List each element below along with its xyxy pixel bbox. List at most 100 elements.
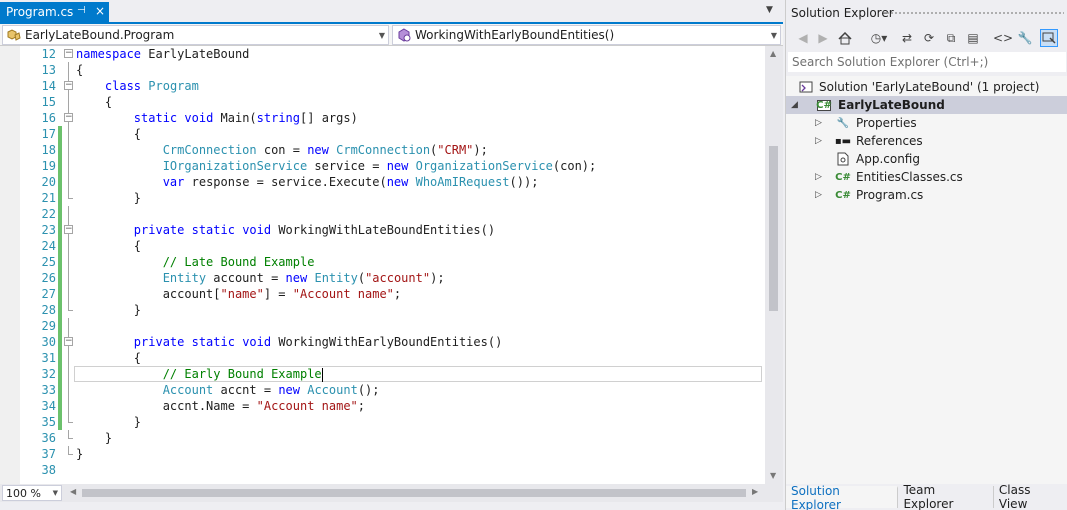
scroll-down-icon[interactable]: ▼: [770, 471, 776, 480]
code-line[interactable]: 22: [0, 206, 765, 222]
tab-solution-explorer[interactable]: Solution Explorer: [786, 484, 899, 510]
code-line[interactable]: 13 {: [0, 62, 765, 78]
code-line[interactable]: 23− private static void WorkingWithLateB…: [0, 222, 765, 238]
code-line[interactable]: 20 var response = service.Execute(new Wh…: [0, 174, 765, 190]
solution-explorer-toolbar: ◀ ▶ ◷▾ ⇄ ⟳ ⧉ ▤ <> 🔧: [786, 26, 1067, 50]
preview-selected-icon[interactable]: [1040, 29, 1058, 47]
tree-item-program-cs[interactable]: ▷ C# Program.cs: [786, 186, 1067, 204]
config-file-icon: [835, 151, 851, 167]
close-icon[interactable]: ×: [95, 4, 105, 18]
collapsed-arrow-icon[interactable]: ▷: [815, 136, 825, 146]
code-line[interactable]: 34 accnt.Name = "Account name";: [0, 398, 765, 414]
panel-title: Solution Explorer: [791, 6, 894, 20]
collapse-region-icon[interactable]: −: [64, 49, 73, 58]
code-line[interactable]: 14− class Program: [0, 78, 765, 94]
change-indicator: [58, 318, 62, 334]
solution-explorer-search-input[interactable]: Search Solution Explorer (Ctrl+;): [788, 52, 1066, 72]
code-line[interactable]: 26 Entity account = new Entity("account"…: [0, 270, 765, 286]
wrench-icon: 🔧: [836, 117, 850, 129]
code-line[interactable]: 17 {: [0, 126, 765, 142]
code-line[interactable]: 21 }: [0, 190, 765, 206]
code-editor-pane: Program.cs ⊣ × ▼ EarlyLateBound.Program …: [0, 0, 783, 510]
collapse-region-icon[interactable]: −: [64, 337, 73, 346]
tree-item-entities-classes[interactable]: ▷ C# EntitiesClasses.cs: [786, 168, 1067, 186]
scroll-right-icon[interactable]: ▶: [752, 487, 758, 496]
code-line[interactable]: 18 CrmConnection con = new CrmConnection…: [0, 142, 765, 158]
code-line[interactable]: 25 // Late Bound Example: [0, 254, 765, 270]
outline-line: [68, 254, 69, 270]
code-text: {: [76, 63, 84, 77]
code-line[interactable]: 31 {: [0, 350, 765, 366]
code-line[interactable]: 16− static void Main(string[] args): [0, 110, 765, 126]
class-dropdown-value: EarlyLateBound.Program: [25, 28, 175, 42]
code-line[interactable]: 12− namespace EarlyLateBound: [0, 46, 765, 62]
tab-class-view[interactable]: Class View: [994, 483, 1067, 510]
code-line[interactable]: 28 }: [0, 302, 765, 318]
vertical-scrollbar[interactable]: ▲ ▼: [765, 46, 783, 484]
collapse-all-icon[interactable]: ⧉: [942, 29, 960, 47]
change-indicator: [58, 270, 62, 286]
solution-explorer-title-bar[interactable]: Solution Explorer: [786, 0, 1067, 26]
code-line[interactable]: 37}: [0, 446, 765, 462]
class-dropdown[interactable]: EarlyLateBound.Program ▼: [2, 25, 389, 45]
outline-end: [68, 190, 73, 199]
history-icon[interactable]: ◷▾: [866, 29, 892, 47]
expanded-arrow-icon[interactable]: ◢: [791, 100, 801, 110]
horizontal-scrollbar[interactable]: ◀ ▶: [66, 484, 765, 502]
change-indicator: [58, 174, 62, 190]
code-line[interactable]: 32 // Early Bound Example: [0, 366, 765, 382]
collapse-region-icon[interactable]: −: [64, 225, 73, 234]
tab-program-cs[interactable]: Program.cs ⊣ ×: [0, 2, 109, 22]
collapse-region-icon[interactable]: −: [64, 81, 73, 90]
refresh-icon[interactable]: ⟳: [920, 29, 938, 47]
vertical-scroll-thumb[interactable]: [769, 146, 778, 311]
scroll-up-icon[interactable]: ▲: [770, 49, 776, 58]
code-line[interactable]: 19 IOrganizationService service = new Or…: [0, 158, 765, 174]
code-line[interactable]: 24 {: [0, 238, 765, 254]
collapsed-arrow-icon[interactable]: ▷: [815, 118, 825, 128]
tree-item-project[interactable]: ◢ C# EarlyLateBound: [786, 96, 1067, 114]
back-icon[interactable]: ◀: [794, 29, 812, 47]
drag-grip[interactable]: [886, 11, 1064, 16]
forward-icon[interactable]: ▶: [814, 29, 832, 47]
view-code-icon[interactable]: <>: [993, 29, 1013, 47]
properties-icon[interactable]: 🔧: [1016, 29, 1034, 47]
horizontal-scroll-thumb[interactable]: [82, 489, 746, 497]
tree-item-app-config[interactable]: App.config: [786, 150, 1067, 168]
zoom-dropdown[interactable]: 100 % ▼: [2, 485, 62, 501]
code-line[interactable]: 27 account["name"] = "Account name";: [0, 286, 765, 302]
code-line[interactable]: 30− private static void WorkingWithEarly…: [0, 334, 765, 350]
code-line[interactable]: 33 Account accnt = new Account();: [0, 382, 765, 398]
change-indicator: [58, 206, 62, 222]
code-text: private static void WorkingWithEarlyBoun…: [133, 335, 503, 349]
line-number: 21: [41, 191, 56, 205]
collapsed-arrow-icon[interactable]: ▷: [815, 190, 825, 200]
code-line[interactable]: 15 {: [0, 94, 765, 110]
outline-line: [68, 270, 69, 286]
change-indicator: [58, 142, 62, 158]
line-number: 37: [41, 447, 56, 461]
home-icon[interactable]: [836, 29, 854, 47]
collapse-region-icon[interactable]: −: [64, 113, 73, 122]
tab-overflow-icon[interactable]: ▼: [766, 5, 773, 15]
chevron-down-icon: ▼: [770, 31, 777, 40]
tree-item-references[interactable]: ▷ ▪▬ References: [786, 132, 1067, 150]
tree-item-solution[interactable]: Solution 'EarlyLateBound' (1 project): [786, 78, 1067, 96]
code-line[interactable]: 29: [0, 318, 765, 334]
tree-item-properties[interactable]: ▷ 🔧 Properties: [786, 114, 1067, 132]
line-number: 16: [41, 111, 56, 125]
code-line[interactable]: 36 }: [0, 430, 765, 446]
code-text: }: [76, 431, 113, 445]
sync-icon[interactable]: ⇄: [898, 29, 916, 47]
code-line[interactable]: 35 }: [0, 414, 765, 430]
show-all-files-icon[interactable]: ▤: [964, 29, 982, 47]
pin-icon[interactable]: ⊣: [77, 5, 86, 16]
tab-team-explorer[interactable]: Team Explorer: [898, 483, 994, 510]
outline-line: [68, 398, 69, 414]
line-number: 17: [41, 127, 56, 141]
code-text-area[interactable]: 12− namespace EarlyLateBound 13{14− class …: [0, 46, 765, 484]
scroll-left-icon[interactable]: ◀: [70, 487, 76, 496]
collapsed-arrow-icon[interactable]: ▷: [815, 172, 825, 182]
member-dropdown[interactable]: WorkingWithEarlyBoundEntities() ▼: [392, 25, 781, 45]
code-line[interactable]: 38: [0, 462, 765, 478]
